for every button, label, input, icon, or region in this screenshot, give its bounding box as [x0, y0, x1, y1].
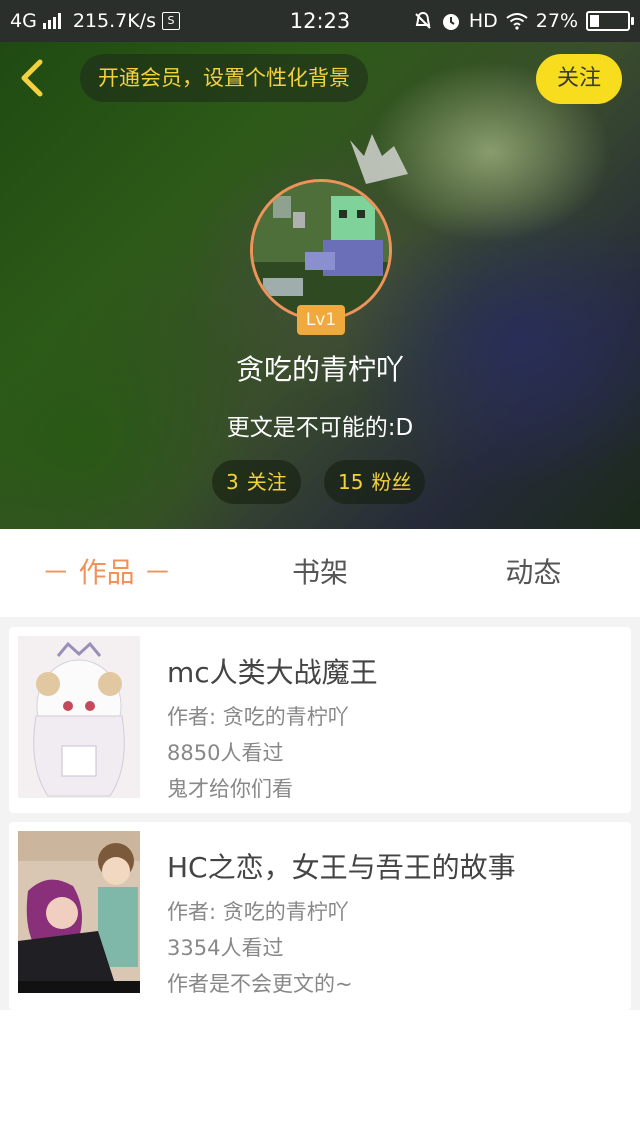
book-cover — [18, 636, 140, 798]
tab-activity[interactable]: 动态 — [427, 529, 640, 617]
back-arrow-icon — [21, 59, 43, 97]
work-description: 作者是不会更文的~ — [167, 972, 353, 996]
profile-tabs: － 作品 － 书架 动态 — [0, 529, 640, 617]
follow-button[interactable]: 关注 — [536, 54, 622, 104]
work-author: 作者: 贪吃的青柠吖 — [167, 900, 349, 924]
avatar-image — [253, 182, 389, 318]
book-cover — [18, 831, 140, 993]
work-description: 鬼才给你们看 — [167, 777, 293, 801]
following-count: 3 — [226, 470, 239, 494]
followers-count: 15 — [338, 470, 364, 494]
book-cover-image — [18, 636, 140, 798]
vip-background-banner[interactable]: 开通会员，设置个性化背景 — [80, 54, 368, 102]
battery-icon — [586, 11, 634, 31]
battery-percent: 27% — [535, 10, 578, 32]
hd-icon: HD — [468, 10, 498, 32]
avatar[interactable] — [250, 179, 392, 321]
work-author: 作者: 贪吃的青柠吖 — [167, 705, 349, 729]
work-views: 8850人看过 — [167, 741, 284, 765]
following-label: 关注 — [246, 470, 287, 494]
wifi-icon — [506, 13, 528, 30]
work-views: 3354人看过 — [167, 936, 284, 960]
followers-stat[interactable]: 15 粉丝 — [324, 460, 426, 504]
status-bar: 4G 215.7K/s S 12:23 HD 27% — [0, 0, 640, 42]
back-button[interactable] — [14, 56, 50, 100]
mute-bell-icon — [415, 11, 431, 29]
tab-bookshelf[interactable]: 书架 — [213, 529, 426, 617]
bio-text: 更文是不可能的:D — [226, 415, 414, 441]
profile-header: 开通会员，设置个性化背景 关注 Lv1 贪吃的青柠吖 更文是不可能的:D 3 关注… — [0, 42, 640, 529]
work-title: HC之恋，女王与吾王的故事 — [167, 851, 516, 884]
followers-label: 粉丝 — [371, 470, 412, 494]
list-item[interactable]: mc人类大战魔王 作者: 贪吃的青柠吖 8850人看过 鬼才给你们看 — [9, 627, 631, 813]
level-badge: Lv1 — [297, 305, 345, 335]
works-list: mc人类大战魔王 作者: 贪吃的青柠吖 8850人看过 鬼才给你们看 HC之恋，… — [0, 617, 640, 1010]
crown-icon — [350, 134, 408, 184]
list-item[interactable]: HC之恋，女王与吾王的故事 作者: 贪吃的青柠吖 3354人看过 作者是不会更文… — [9, 822, 631, 1010]
following-stat[interactable]: 3 关注 — [212, 460, 301, 504]
alarm-icon — [442, 14, 459, 30]
book-cover-image — [18, 831, 140, 993]
username: 贪吃的青柠吖 — [235, 353, 404, 386]
work-title: mc人类大战魔王 — [167, 656, 378, 689]
tab-works[interactable]: － 作品 － — [0, 529, 213, 617]
